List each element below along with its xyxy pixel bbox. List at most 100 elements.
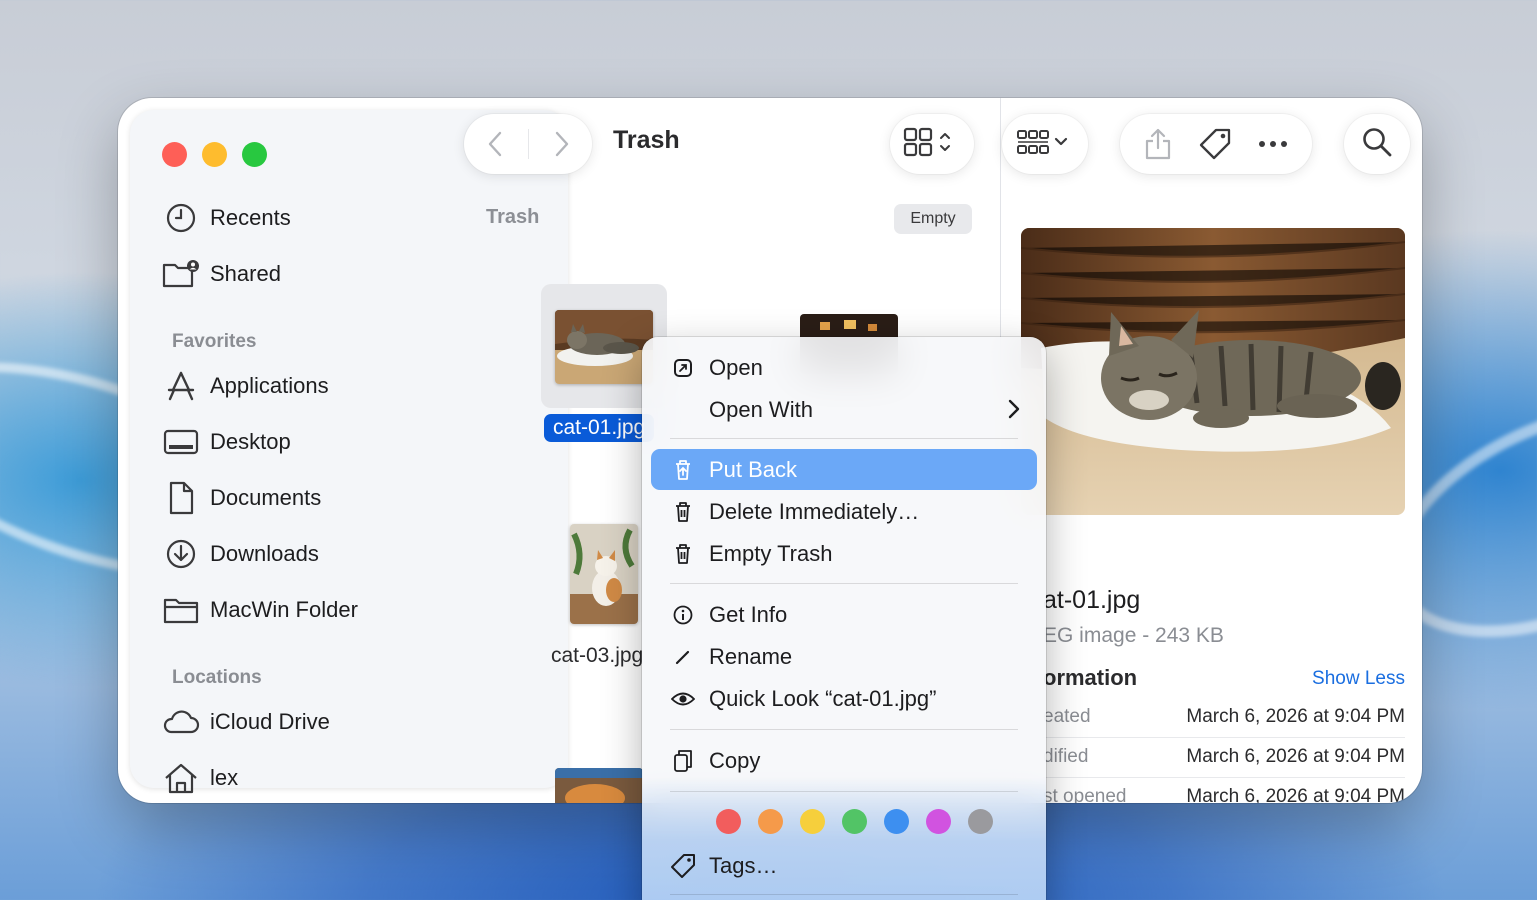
download-icon: [162, 538, 200, 570]
context-menu: Open Open With Put Back Delete Immediate…: [642, 337, 1046, 900]
action-buttons: [1120, 114, 1312, 174]
trash-icon: [663, 501, 703, 523]
menu-item-label: Empty Trash: [709, 540, 833, 566]
menu-item-label: Quick Look “cat-01.jpg”: [709, 685, 937, 711]
menu-item-label: Open: [709, 354, 763, 380]
menu-item-tags[interactable]: Tags…: [651, 845, 1037, 886]
menu-item-copy[interactable]: Copy: [651, 740, 1037, 781]
back-button[interactable]: [464, 130, 528, 158]
pencil-icon: [663, 647, 703, 667]
shared-folder-icon: [162, 258, 200, 290]
tag-color-picker: [716, 809, 993, 834]
menu-item-rename[interactable]: Rename: [651, 636, 1037, 677]
maximize-window-button[interactable]: [242, 142, 267, 167]
sidebar-item-downloads[interactable]: Downloads: [162, 534, 319, 574]
tag-color-yellow[interactable]: [800, 809, 825, 834]
info-key: eated: [1043, 706, 1091, 727]
info-row-created: eated March 6, 2026 at 9:04 PM: [1043, 698, 1405, 738]
section-title: Trash: [486, 206, 540, 228]
eye-icon: [663, 691, 703, 707]
tag-color-blue[interactable]: [884, 809, 909, 834]
menu-item-label: Open With: [709, 396, 813, 422]
show-less-link[interactable]: Show Less: [1312, 668, 1405, 690]
put-back-icon: [663, 459, 703, 481]
sidebar-item-label: lex: [210, 765, 239, 790]
tag-color-green[interactable]: [842, 809, 867, 834]
menu-item-label: Get Info: [709, 601, 788, 627]
open-icon: [663, 358, 703, 378]
sidebar-item-applications[interactable]: Applications: [162, 366, 329, 406]
cloud-icon: [162, 706, 200, 738]
ellipsis-icon: [1259, 141, 1288, 147]
file-name-label[interactable]: cat-01.jpg: [544, 414, 655, 442]
sidebar-item-shared[interactable]: Shared: [162, 254, 281, 294]
window-title: Trash: [613, 126, 680, 154]
cat-01-thumbnail[interactable]: [555, 310, 653, 384]
sidebar-item-recents[interactable]: Recents: [162, 198, 291, 238]
navigation-buttons: [464, 114, 592, 174]
empty-trash-button[interactable]: Empty: [894, 204, 972, 234]
tag-color-gray[interactable]: [968, 809, 993, 834]
sidebar-item-desktop[interactable]: Desktop: [162, 422, 291, 462]
sidebar-item-documents[interactable]: Documents: [162, 478, 321, 518]
locations-header: Locations: [172, 667, 262, 688]
desktop-icon: [162, 426, 200, 458]
home-icon: [162, 762, 200, 794]
menu-item-label: Copy: [709, 747, 761, 773]
copy-icon: [663, 749, 703, 773]
share-button[interactable]: [1143, 127, 1173, 161]
share-icon: [1145, 128, 1170, 160]
menu-item-empty-trash[interactable]: Empty Trash: [651, 533, 1037, 574]
sidebar-item-label: Recents: [210, 205, 291, 230]
tag-color-orange[interactable]: [758, 809, 783, 834]
sidebar-item-macwin-folder[interactable]: MacWin Folder: [162, 590, 358, 630]
folder-icon: [162, 594, 200, 626]
info-key: dified: [1043, 746, 1089, 767]
menu-item-delete-immediately[interactable]: Delete Immediately…: [651, 491, 1037, 532]
menu-item-label: Rename: [709, 643, 793, 669]
more-button[interactable]: [1257, 139, 1289, 149]
view-mode-button[interactable]: [890, 114, 974, 174]
menu-item-label: Tags…: [709, 852, 778, 878]
sidebar-item-label: MacWin Folder: [210, 597, 358, 622]
search-button[interactable]: [1344, 114, 1410, 174]
group-by-button[interactable]: [1002, 114, 1088, 174]
tag-button[interactable]: [1198, 127, 1232, 161]
menu-item-quick-look[interactable]: Quick Look “cat-01.jpg”: [651, 678, 1037, 719]
applications-icon: [162, 370, 200, 402]
sidebar-item-icloud-drive[interactable]: iCloud Drive: [162, 702, 330, 742]
info-key: st opened: [1043, 786, 1127, 803]
favorites-header: Favorites: [172, 331, 257, 352]
file-thumbnail[interactable]: [555, 768, 643, 803]
sidebar-item-label: Applications: [210, 373, 329, 398]
menu-item-open-with[interactable]: Open With: [651, 389, 1037, 430]
info-value: March 6, 2026 at 9:04 PM: [1186, 746, 1405, 767]
info-value: March 6, 2026 at 9:04 PM: [1186, 706, 1405, 727]
info-row-modified: dified March 6, 2026 at 9:04 PM: [1043, 738, 1405, 778]
trash-icon: [663, 543, 703, 565]
menu-item-open[interactable]: Open: [651, 347, 1037, 388]
clock-icon: [162, 202, 200, 234]
menu-item-put-back[interactable]: Put Back: [651, 449, 1037, 490]
menu-item-label: Delete Immediately…: [709, 498, 920, 524]
menu-item-get-info[interactable]: Get Info: [651, 594, 1037, 635]
sidebar-item-home[interactable]: lex: [162, 758, 238, 798]
file-name-label[interactable]: cat-03.jpg: [551, 644, 643, 668]
chevron-right-icon: [1007, 397, 1021, 426]
preview-image: [1021, 228, 1405, 515]
document-icon: [162, 481, 200, 515]
tag-icon: [663, 853, 703, 879]
forward-button[interactable]: [529, 130, 592, 158]
tag-color-red[interactable]: [716, 809, 741, 834]
sidebar-item-label: Desktop: [210, 429, 291, 454]
cat-03-thumbnail[interactable]: [570, 524, 638, 624]
grid-view-icon: [903, 127, 961, 162]
minimize-window-button[interactable]: [202, 142, 227, 167]
close-window-button[interactable]: [162, 142, 187, 167]
information-header: ormation: [1043, 665, 1138, 690]
tag-color-purple[interactable]: [926, 809, 951, 834]
info-icon: [663, 605, 703, 625]
sidebar-item-label: iCloud Drive: [210, 709, 330, 734]
sidebar-item-label: Documents: [210, 485, 322, 510]
sidebar-item-label: Shared: [210, 261, 281, 286]
